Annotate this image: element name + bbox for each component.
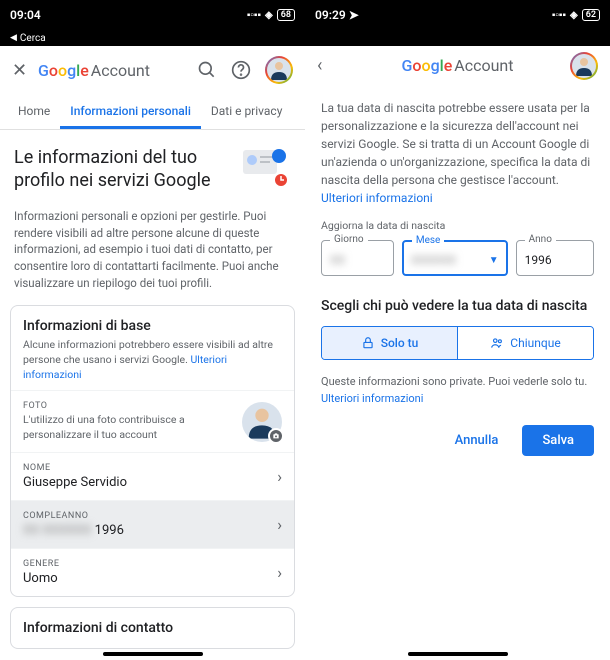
camera-icon (268, 428, 284, 444)
people-icon (490, 336, 504, 350)
home-indicator[interactable] (103, 652, 203, 656)
app-header: ‹ GoogleAccount (305, 46, 610, 85)
status-time: 09:04 (10, 8, 41, 22)
everyone-button[interactable]: Chiunque (457, 327, 593, 359)
profile-illustration (237, 146, 291, 196)
battery-icon: 68 (277, 9, 295, 21)
google-logo: GoogleAccount (38, 61, 150, 80)
home-indicator[interactable] (408, 652, 508, 656)
tab-personal-info[interactable]: Informazioni personali (60, 94, 201, 129)
card-subtitle: Alcune informazioni potrebbero essere vi… (23, 338, 282, 382)
avatar[interactable] (570, 52, 598, 80)
help-icon[interactable] (231, 60, 251, 80)
card-title: Informazioni di base (23, 318, 282, 334)
chevron-right-icon: › (277, 563, 282, 582)
tabs: Home Informazioni personali Dati e priva… (0, 94, 305, 130)
ios-back-search[interactable]: ◀ Cerca (0, 30, 305, 46)
action-buttons: Annulla Salva (321, 425, 594, 456)
chevron-down-icon: ▼ (489, 255, 499, 266)
lock-icon (361, 336, 375, 350)
more-info-link[interactable]: Ulteriori informazioni (321, 392, 423, 405)
update-label: Aggiorna la data di nascita (321, 219, 594, 232)
visibility-heading: Scegli chi può vedere la tua data di nas… (321, 298, 594, 314)
year-field[interactable]: Anno 1996 (516, 240, 594, 276)
description: La tua data di nascita potrebbe essere u… (321, 99, 594, 207)
signal-icon: ▪▫▪▪ (247, 10, 261, 21)
location-icon: ➤ (349, 8, 359, 22)
cancel-button[interactable]: Annulla (441, 425, 513, 456)
chevron-left-icon: ◀ (10, 33, 17, 43)
battery-icon: 62 (582, 9, 600, 21)
tab-privacy[interactable]: Dati e privacy (201, 94, 293, 129)
contact-info-card: Informazioni di contatto (10, 607, 295, 649)
app-header: ✕ GoogleAccount (0, 46, 305, 94)
chevron-right-icon: › (277, 467, 282, 486)
status-bar: 09:04 ▪▫▪▪ ◈ 68 (0, 0, 305, 30)
row-name[interactable]: NOME Giuseppe Servidio › (11, 452, 294, 500)
card-title: Informazioni di contatto (23, 620, 282, 636)
more-info-link[interactable]: Ulteriori informazioni (321, 191, 433, 205)
avatar[interactable] (265, 56, 293, 84)
page-title: Le informazioni del tuo profilo nei serv… (14, 146, 227, 193)
row-photo[interactable]: FOTO L'utilizzo di una foto contribuisce… (11, 390, 294, 451)
wifi-icon: ◈ (265, 10, 273, 21)
close-icon[interactable]: ✕ (12, 60, 30, 81)
wifi-icon: ◈ (570, 10, 578, 21)
search-icon[interactable] (197, 60, 217, 80)
row-birthday[interactable]: COMPLEANNO XX XXXXXX 1996 › (11, 500, 294, 548)
visibility-toggle: Solo tu Chiunque (321, 326, 594, 360)
chevron-right-icon: › (277, 515, 282, 534)
day-field[interactable]: Giorno XX (321, 240, 394, 276)
save-button[interactable]: Salva (522, 425, 594, 456)
back-icon[interactable]: ‹ (317, 55, 335, 76)
profile-photo (242, 402, 282, 442)
main-content: La tua data di nascita potrebbe essere u… (305, 85, 610, 470)
signal-icon: ▪▫▪▪ (552, 10, 566, 21)
date-fields: Giorno XX Mese XXXXXX ▼ Anno 1996 (321, 240, 594, 276)
status-time: 09:29 ➤ (315, 8, 359, 22)
page-description: Informazioni personali e opzioni per ges… (0, 208, 305, 305)
status-bar: 09:29 ➤ ▪▫▪▪ ◈ 62 (305, 0, 610, 30)
only-you-button[interactable]: Solo tu (322, 327, 457, 359)
main-content: Le informazioni del tuo profilo nei serv… (0, 130, 305, 660)
privacy-note: Queste informazioni sono private. Puoi v… (321, 374, 594, 407)
tab-home[interactable]: Home (8, 94, 60, 129)
row-gender[interactable]: GENERE Uomo › (11, 548, 294, 596)
screen-personal-info: 09:04 ▪▫▪▪ ◈ 68 ◀ Cerca ✕ GoogleAccount … (0, 0, 305, 660)
month-field[interactable]: Mese XXXXXX ▼ (402, 240, 508, 276)
google-logo: GoogleAccount (402, 56, 514, 75)
basic-info-card: Informazioni di base Alcune informazioni… (10, 305, 295, 596)
screen-birthday-edit: 09:29 ➤ ▪▫▪▪ ◈ 62 ‹ GoogleAccount La tua… (305, 0, 610, 660)
